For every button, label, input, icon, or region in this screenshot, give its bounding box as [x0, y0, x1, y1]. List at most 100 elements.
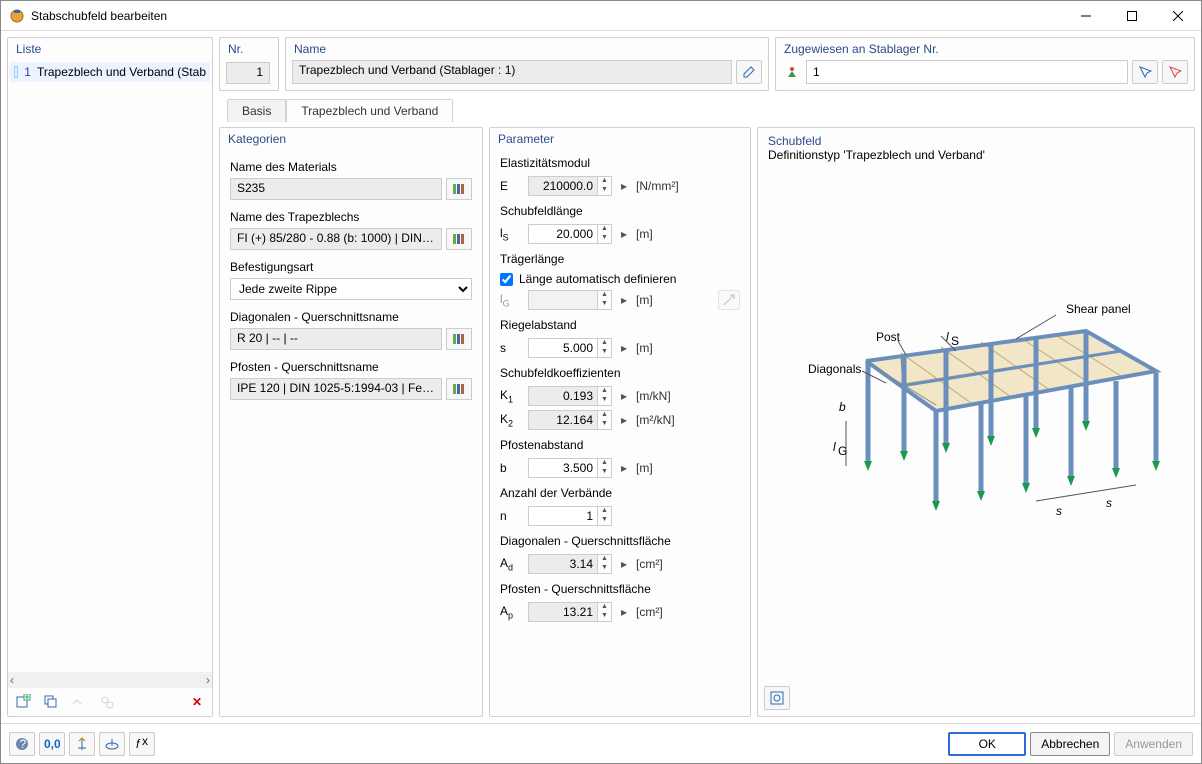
ad-spinner[interactable]: ▲▼: [598, 554, 612, 574]
material-input[interactable]: S235: [230, 178, 442, 200]
categories-header: Kategorien: [220, 128, 482, 150]
name-input[interactable]: Trapezblech und Verband (Stablager : 1): [292, 60, 732, 84]
pick-one-button[interactable]: [1132, 60, 1158, 84]
tab-basis[interactable]: Basis: [227, 99, 286, 122]
minimize-button[interactable]: [1063, 1, 1109, 31]
tab-strip: Basis Trapezblech und Verband: [219, 97, 1195, 121]
n-label: Anzahl der Verbände: [500, 486, 740, 500]
svg-text:f: f: [136, 737, 141, 751]
k2-unit: [m²/kN]: [636, 413, 675, 427]
units-button[interactable]: 0,00: [39, 732, 65, 756]
fixing-label: Befestigungsart: [230, 260, 472, 274]
lg-auto-label: Länge automatisch definieren: [519, 272, 676, 286]
n-spinner[interactable]: ▲▼: [598, 506, 612, 526]
lg-label: Trägerlänge: [500, 252, 740, 266]
post-label: Pfosten - Querschnittsname: [230, 360, 472, 374]
b-input[interactable]: [528, 458, 598, 478]
k1-unit: [m/kN]: [636, 389, 671, 403]
tool-button-c[interactable]: fx: [129, 732, 155, 756]
assign-input[interactable]: [806, 60, 1128, 84]
tool-button-4: [94, 690, 120, 714]
ls-spinner[interactable]: ▲▼: [598, 224, 612, 244]
list-item[interactable]: 1 Trapezblech und Verband (Stab: [10, 62, 210, 82]
diag-input[interactable]: R 20 | -- | --: [230, 328, 442, 350]
app-icon: [9, 8, 25, 24]
emod-menu-button[interactable]: ▸: [618, 179, 630, 193]
lg-menu-button: ▸: [618, 293, 630, 307]
svg-text:s: s: [1056, 504, 1062, 518]
ls-input[interactable]: [528, 224, 598, 244]
n-input[interactable]: [528, 506, 598, 526]
list-item-no: 1: [24, 65, 31, 79]
post-input[interactable]: IPE 120 | DIN 1025-5:1994-03 | Feron: [230, 378, 442, 400]
maximize-button[interactable]: [1109, 1, 1155, 31]
k2-input[interactable]: [528, 410, 598, 430]
emod-label: Elastizitätsmodul: [500, 156, 740, 170]
k2-menu-button[interactable]: ▸: [618, 413, 630, 427]
cancel-button[interactable]: Abbrechen: [1030, 732, 1110, 756]
ok-button[interactable]: OK: [948, 732, 1026, 756]
close-button[interactable]: [1155, 1, 1201, 31]
emod-symbol: E: [500, 179, 522, 193]
list-item-icon: [14, 66, 18, 78]
k2-spinner[interactable]: ▲▼: [598, 410, 612, 430]
tab-trapez[interactable]: Trapezblech und Verband: [286, 99, 453, 122]
title-bar: Stabschubfeld bearbeiten: [1, 1, 1201, 31]
svg-text:x: x: [142, 737, 148, 748]
ad-input[interactable]: [528, 554, 598, 574]
material-library-button[interactable]: [446, 178, 472, 200]
diag-label: Diagonalen - Querschnittsname: [230, 310, 472, 324]
s-menu-button[interactable]: ▸: [618, 341, 630, 355]
ap-menu-button[interactable]: ▸: [618, 605, 630, 619]
k1-input[interactable]: [528, 386, 598, 406]
svg-text:l: l: [946, 330, 949, 344]
ap-input[interactable]: [528, 602, 598, 622]
diagram-options-button[interactable]: [764, 686, 790, 710]
list-hscrollbar[interactable]: ‹›: [8, 672, 212, 688]
s-spinner[interactable]: ▲▼: [598, 338, 612, 358]
delete-item-button[interactable]: ✕: [184, 690, 210, 714]
ad-menu-button[interactable]: ▸: [618, 557, 630, 571]
sheet-library-button[interactable]: [446, 228, 472, 250]
new-item-button[interactable]: [10, 690, 36, 714]
ls-menu-button[interactable]: ▸: [618, 227, 630, 241]
tool-button-a[interactable]: [69, 732, 95, 756]
svg-text:G: G: [838, 444, 847, 458]
s-unit: [m]: [636, 341, 653, 355]
sheet-label: Name des Trapezblechs: [230, 210, 472, 224]
lg-auto-checkbox[interactable]: [500, 273, 513, 286]
emod-spinner[interactable]: ▲▼: [598, 176, 612, 196]
help-button[interactable]: ?: [9, 732, 35, 756]
edit-name-button[interactable]: [736, 60, 762, 84]
b-label: Pfostenabstand: [500, 438, 740, 452]
ap-spinner[interactable]: ▲▼: [598, 602, 612, 622]
post-library-button[interactable]: [446, 378, 472, 400]
window-title: Stabschubfeld bearbeiten: [31, 9, 1063, 23]
emod-input[interactable]: [528, 176, 598, 196]
k1-symbol: K1: [500, 388, 522, 404]
k1-menu-button[interactable]: ▸: [618, 389, 630, 403]
tool-button-b[interactable]: [99, 732, 125, 756]
lg-symbol: lG: [500, 292, 522, 308]
pick-many-button[interactable]: [1162, 60, 1188, 84]
nr-value[interactable]: 1: [226, 62, 270, 84]
diag-library-button[interactable]: [446, 328, 472, 350]
list-item-label: Trapezblech und Verband (Stab: [37, 65, 206, 79]
ad-unit: [cm²]: [636, 557, 663, 571]
svg-text:Shear panel: Shear panel: [1066, 302, 1131, 316]
svg-text:l: l: [833, 440, 836, 454]
b-menu-button[interactable]: ▸: [618, 461, 630, 475]
b-spinner[interactable]: ▲▼: [598, 458, 612, 478]
ad-symbol: Ad: [500, 556, 522, 572]
ap-unit: [cm²]: [636, 605, 663, 619]
schubfeld-header: Schubfeld: [758, 128, 1194, 148]
copy-item-button[interactable]: [38, 690, 64, 714]
sheet-input[interactable]: FI (+) 85/280 - 0.88 (b: 1000) | DIN 18: [230, 228, 442, 250]
fixing-select[interactable]: Jede zweite Rippe: [230, 278, 472, 300]
list-toolbar: ✕: [8, 688, 212, 716]
n-symbol: n: [500, 509, 522, 523]
list-header: Liste: [8, 38, 212, 60]
k1-spinner[interactable]: ▲▼: [598, 386, 612, 406]
k-label: Schubfeldkoeffizienten: [500, 366, 740, 380]
s-input[interactable]: [528, 338, 598, 358]
